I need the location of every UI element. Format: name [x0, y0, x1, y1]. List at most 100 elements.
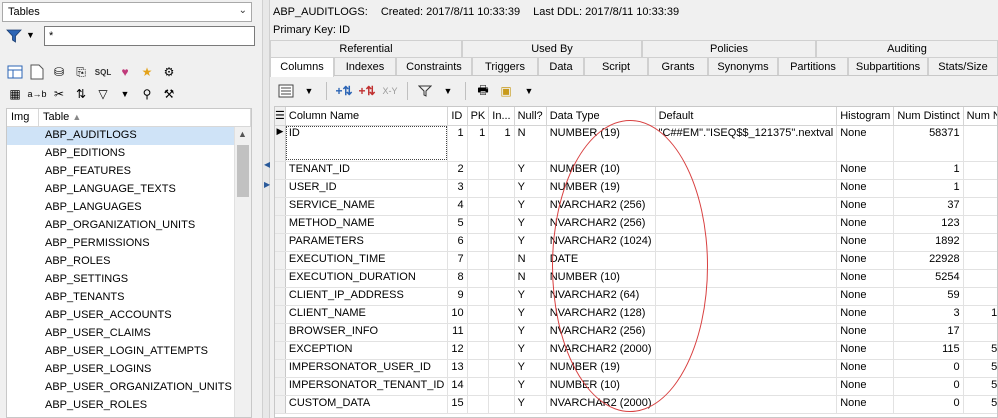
- object-type-dropdown[interactable]: Tables ⌄: [2, 2, 252, 22]
- cell-in[interactable]: [488, 377, 515, 396]
- table-list-item[interactable]: ABP_USER_ORGANIZATION_UNITS: [7, 379, 251, 397]
- row-selector[interactable]: [275, 341, 286, 360]
- hammer-icon[interactable]: ⚒: [160, 85, 178, 103]
- cell-num-nul[interactable]: 583: [963, 377, 997, 396]
- cell-num-distinct[interactable]: 59: [893, 287, 964, 306]
- row-selector[interactable]: [275, 359, 286, 378]
- cell-default[interactable]: [655, 341, 838, 360]
- cell-id[interactable]: 14: [447, 377, 468, 396]
- cell-histogram[interactable]: None: [836, 305, 895, 324]
- row-selector[interactable]: [275, 323, 286, 342]
- cell-histogram[interactable]: None: [836, 395, 895, 414]
- cell-null[interactable]: N: [514, 251, 547, 270]
- column-header[interactable]: Num Nul: [963, 107, 997, 126]
- cell-column-name[interactable]: CLIENT_NAME: [285, 305, 449, 324]
- cell-id[interactable]: 9: [447, 287, 468, 306]
- cell-data-type[interactable]: NVARCHAR2 (2000): [546, 395, 656, 414]
- table-row[interactable]: EXECUTION_DURATION 8 N NUMBER (10) None 5254: [275, 269, 997, 288]
- cell-id[interactable]: 11: [447, 323, 468, 342]
- cell-column-name[interactable]: CUSTOM_DATA: [285, 395, 449, 414]
- cell-null[interactable]: Y: [514, 233, 547, 252]
- grid-menu-icon[interactable]: [276, 81, 296, 101]
- table-row[interactable]: TENANT_ID2 YNUMBER (10) None118: [275, 161, 997, 180]
- table-filter-input[interactable]: [44, 26, 255, 46]
- cell-default[interactable]: [655, 395, 838, 414]
- cell-data-type[interactable]: NUMBER (10): [546, 269, 656, 288]
- table-list-item[interactable]: ABP_USER_CLAIMS: [7, 325, 251, 343]
- cell-num-nul[interactable]: [963, 233, 997, 252]
- column-header[interactable]: Histogram: [836, 107, 895, 126]
- cell-column-name[interactable]: EXECUTION_DURATION: [285, 269, 449, 288]
- cell-null[interactable]: Y: [514, 179, 547, 198]
- cell-default[interactable]: [655, 269, 838, 288]
- column-header[interactable]: PK: [467, 107, 490, 126]
- cell-pk[interactable]: [467, 197, 490, 216]
- funnel-icon[interactable]: ▽: [94, 85, 112, 103]
- cell-data-type[interactable]: NUMBER (10): [546, 161, 656, 180]
- cell-column-name[interactable]: BROWSER_INFO: [285, 323, 449, 342]
- table-list-item[interactable]: ABP_TENANTS: [7, 289, 251, 307]
- tab-used-by[interactable]: Used By: [462, 40, 642, 58]
- tab-synonyms[interactable]: Synonyms: [708, 57, 778, 75]
- tab-policies[interactable]: Policies: [642, 40, 816, 58]
- cell-num-nul[interactable]: 18: [963, 161, 997, 180]
- cell-data-type[interactable]: NVARCHAR2 (256): [546, 197, 656, 216]
- tab-referential[interactable]: Referential: [270, 40, 462, 58]
- cell-in[interactable]: [488, 287, 515, 306]
- cell-pk[interactable]: [467, 215, 490, 234]
- cell-pk[interactable]: [467, 179, 490, 198]
- img-column-header[interactable]: Img: [7, 109, 39, 126]
- export-icon[interactable]: ▣: [496, 81, 516, 101]
- cell-default[interactable]: [655, 215, 838, 234]
- column-header[interactable]: Default: [655, 107, 838, 126]
- cell-num-nul[interactable]: 18: [963, 179, 997, 198]
- table-list-item[interactable]: ABP_USER_LOGINS: [7, 361, 251, 379]
- cell-num-distinct[interactable]: 37: [893, 197, 964, 216]
- current-row-indicator-icon[interactable]: ▶: [275, 125, 286, 162]
- cell-null[interactable]: Y: [514, 305, 547, 324]
- cell-num-distinct[interactable]: 58371: [893, 125, 964, 162]
- table-list-item[interactable]: ABP_ORGANIZATION_UNITS: [7, 217, 251, 235]
- scroll-thumb[interactable]: [237, 145, 249, 197]
- cell-histogram[interactable]: None: [836, 359, 895, 378]
- cell-pk[interactable]: [467, 251, 490, 270]
- table-list-item[interactable]: ABP_PERMISSIONS: [7, 235, 251, 253]
- row-selector[interactable]: [275, 197, 286, 216]
- add-column-icon[interactable]: +⇅: [334, 81, 354, 101]
- table-row[interactable]: CUSTOM_DATA15 YNVARCHAR2 (2000) None0583: [275, 395, 997, 414]
- tab-partitions[interactable]: Partitions: [778, 57, 848, 75]
- table-column-header[interactable]: Table ▲: [39, 109, 251, 126]
- filter-icon[interactable]: [6, 28, 22, 44]
- cell-in[interactable]: [488, 161, 515, 180]
- cell-null[interactable]: Y: [514, 359, 547, 378]
- table-row[interactable]: IMPERSONATOR_USER_ID 13 Y NUMBER (19) None 0 5…: [275, 359, 997, 378]
- row-selector[interactable]: [275, 377, 286, 396]
- cell-default[interactable]: "C##EM"."ISEQ$$_121375".nextval: [655, 125, 838, 162]
- tab-indexes[interactable]: Indexes: [334, 57, 396, 75]
- cell-default[interactable]: [655, 161, 838, 180]
- table-list-item[interactable]: ABP_LANGUAGE_TEXTS: [7, 181, 251, 199]
- table-grid-icon[interactable]: [6, 63, 24, 81]
- cell-data-type[interactable]: NVARCHAR2 (1024): [546, 233, 656, 252]
- cell-pk[interactable]: [467, 341, 490, 360]
- row-selector[interactable]: [275, 179, 286, 198]
- cell-column-name[interactable]: EXCEPTION: [285, 341, 449, 360]
- cell-histogram[interactable]: None: [836, 197, 895, 216]
- print-icon[interactable]: 🖶: [473, 81, 493, 101]
- table-row[interactable]: ▶ ID 1 1 1 N NUMBER (19) "C##EM"."ISEQ$$_121375…: [275, 125, 997, 162]
- cell-num-nul[interactable]: [963, 215, 997, 234]
- grid-menu-dropdown-icon[interactable]: ▼: [299, 81, 319, 101]
- cell-histogram[interactable]: None: [836, 377, 895, 396]
- cell-num-nul[interactable]: [963, 251, 997, 270]
- cell-num-distinct[interactable]: 115: [893, 341, 964, 360]
- cell-pk[interactable]: [467, 269, 490, 288]
- table-list-item[interactable]: ABP_SETTINGS: [7, 271, 251, 289]
- cell-null[interactable]: Y: [514, 395, 547, 414]
- cell-num-distinct[interactable]: 1892: [893, 233, 964, 252]
- cell-column-name[interactable]: USER_ID: [285, 179, 449, 198]
- cell-histogram[interactable]: None: [836, 215, 895, 234]
- column-header[interactable]: Num Distinct: [893, 107, 964, 126]
- filter-dropdown-icon[interactable]: ▼: [438, 81, 458, 101]
- cell-histogram[interactable]: None: [836, 233, 895, 252]
- cell-column-name[interactable]: METHOD_NAME: [285, 215, 449, 234]
